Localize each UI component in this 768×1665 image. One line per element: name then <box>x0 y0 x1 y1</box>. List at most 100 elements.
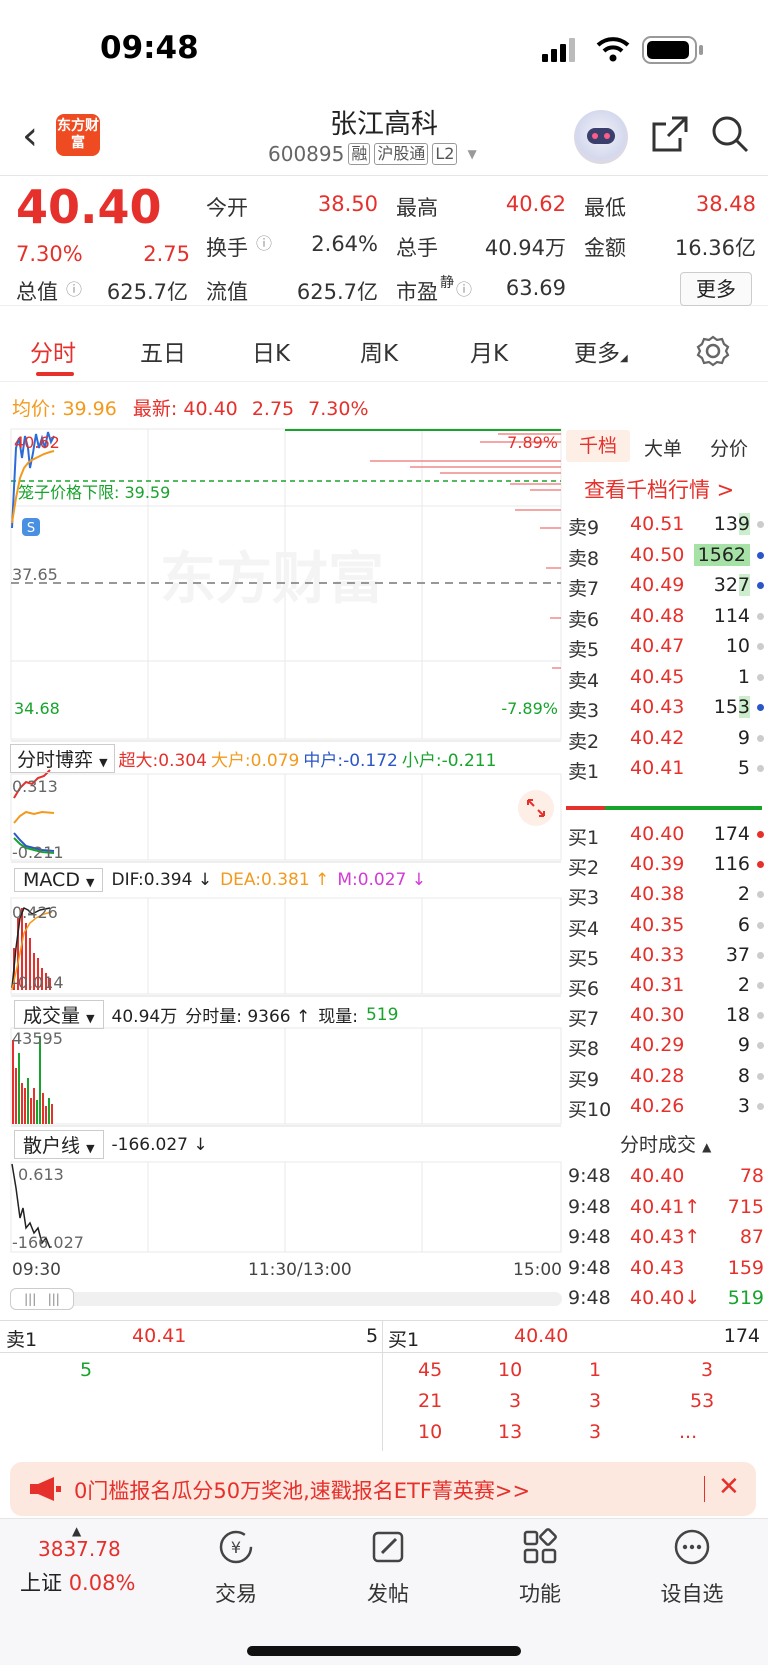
bid-volume: 6 <box>737 913 750 936</box>
level-dot-icon <box>757 734 764 742</box>
macd-selector[interactable]: MACD ▼ <box>14 868 104 892</box>
avg-label: 均价: <box>12 398 57 420</box>
share-icon[interactable] <box>650 114 690 154</box>
nav-add-watchlist[interactable]: 设自选 <box>642 1527 742 1608</box>
bid-row[interactable]: 买8 40.29 9 <box>564 1031 764 1061</box>
queue-buy-order: 1 <box>589 1359 602 1381</box>
bid-row[interactable]: 买9 40.28 8 <box>564 1062 764 1092</box>
view-thousand-levels-link[interactable]: 查看千档行情 > <box>584 474 734 504</box>
chevron-down-icon[interactable]: ▼ <box>467 147 476 161</box>
tab-monthly-k[interactable]: 月K <box>470 334 508 368</box>
bid-row[interactable]: 买1 40.40 174 <box>564 820 764 850</box>
ask-row[interactable]: 卖7 40.49 327 <box>564 571 764 601</box>
status-time: 09:48 <box>100 30 199 66</box>
bid-level-label: 买9 <box>568 1068 600 1091</box>
svg-text:¥: ¥ <box>231 1538 241 1557</box>
queue-header: 卖1 40.41 5 买1 40.40 174 <box>0 1321 768 1353</box>
ask-volume: 5 <box>737 757 750 779</box>
tab-daily-k[interactable]: 日K <box>252 334 290 368</box>
tab-price-dist[interactable]: 分价 <box>710 434 748 461</box>
macd-top-label: 0.426 <box>12 903 58 922</box>
average-price-line: 均价: 39.96 最新: 40.40 2.75 7.30% <box>12 394 369 421</box>
tab-big-orders[interactable]: 大单 <box>644 434 682 461</box>
bid-row[interactable]: 买2 40.39 116 <box>564 850 764 880</box>
trade-price: 40.40 <box>630 1165 685 1187</box>
scroll-handle[interactable]: ||| ||| <box>10 1288 74 1310</box>
gear-icon[interactable] <box>696 334 730 368</box>
queue-sell-label: 卖1 <box>6 1329 38 1351</box>
bid-row[interactable]: 买5 40.33 37 <box>564 941 764 971</box>
turnover-value: 2.64% <box>311 232 378 256</box>
retail-selector[interactable]: 散户线 ▼ <box>14 1130 104 1159</box>
level-dot-icon <box>757 582 764 589</box>
bid-row[interactable]: 买4 40.35 6 <box>564 911 764 941</box>
queue-buy-order: ... <box>679 1421 698 1443</box>
info-icon[interactable]: ⓘ <box>456 276 472 300</box>
amount-value: 16.36亿 <box>674 236 756 260</box>
latest-value: 40.40 <box>183 398 238 420</box>
nav-post[interactable]: 发帖 <box>338 1527 438 1608</box>
market-cap-label: 总值 <box>16 280 58 304</box>
nav-functions[interactable]: 功能 <box>490 1527 590 1608</box>
queue-buy-order: 3 <box>589 1421 602 1443</box>
queue-sell-vol: 5 <box>366 1325 379 1347</box>
more-button[interactable]: 更多 <box>680 272 752 306</box>
tab-weekly-k[interactable]: 周K <box>360 334 398 368</box>
ask-volume: 9 <box>737 726 750 749</box>
open-value: 38.50 <box>317 192 378 216</box>
ask-level-label: 卖7 <box>568 578 600 600</box>
depth-bars <box>370 433 561 669</box>
ask-row[interactable]: 卖9 40.51 139 <box>564 510 764 540</box>
nav-trade[interactable]: ¥ 交易 <box>186 1527 286 1608</box>
tab-more[interactable]: 更多◢ <box>574 334 628 368</box>
trade-row: 9:48 40.43 159 <box>564 1254 764 1284</box>
sell-marker-text: S <box>27 521 35 536</box>
trade-time: 9:48 <box>568 1195 611 1218</box>
ask-row[interactable]: 卖8 40.50 1562 <box>564 541 764 571</box>
ask-volume: 1 <box>737 665 750 688</box>
close-icon[interactable]: ✕ <box>718 1472 740 1502</box>
change-amount: 2.75 <box>143 242 190 266</box>
prev-close-label: 37.65 <box>12 565 58 584</box>
bid-level-label: 买7 <box>568 1008 600 1031</box>
tab-five-day[interactable]: 五日 <box>140 334 186 368</box>
level-dot-icon <box>757 1012 764 1020</box>
volume-selector[interactable]: 成交量 ▼ <box>14 1000 104 1029</box>
intraday-chart[interactable]: 东方财富 40.62 34.68 37.65 7.89% -7.89% 笼子价格… <box>10 428 562 1263</box>
capital-selector[interactable]: 分时博弈 ▼ <box>10 744 115 773</box>
trades-header[interactable]: 分时成交 ▲ <box>620 1130 711 1157</box>
ask-row[interactable]: 卖3 40.43 153 <box>564 693 764 723</box>
volume-title: 成交量 <box>23 1005 81 1027</box>
chart-tabs: 分时 五日 日K 周K 月K 更多◢ <box>0 306 768 382</box>
expand-icon[interactable] <box>518 790 554 826</box>
info-icon[interactable]: ⓘ <box>256 230 272 254</box>
chart-scrollbar[interactable]: ||| ||| <box>10 1288 562 1310</box>
bid-row[interactable]: 买6 40.31 2 <box>564 971 764 1001</box>
lower-pct-label: -7.89% <box>501 699 558 718</box>
volume-label: 总手 <box>396 236 438 260</box>
robot-avatar-icon[interactable] <box>574 110 628 164</box>
info-icon[interactable]: ⓘ <box>66 276 82 300</box>
float-cap-value: 625.7亿 <box>296 280 378 304</box>
ask-row[interactable]: 卖4 40.45 1 <box>564 663 764 693</box>
ask-row[interactable]: 卖5 40.47 10 <box>564 632 764 662</box>
tab-more-label: 更多 <box>574 341 620 367</box>
level-dot-icon <box>757 1102 764 1110</box>
ask-row[interactable]: 卖1 40.41 5 <box>564 754 764 784</box>
ask-row[interactable]: 卖2 40.42 9 <box>564 724 764 754</box>
active-tab-indicator <box>36 372 74 376</box>
bid-row[interactable]: 买10 40.26 3 <box>564 1092 764 1122</box>
bid-row[interactable]: 买7 40.30 18 <box>564 1001 764 1031</box>
pe-value: 63.69 <box>505 276 566 300</box>
ask-row[interactable]: 卖6 40.48 114 <box>564 602 764 632</box>
bid-row[interactable]: 买3 40.38 2 <box>564 880 764 910</box>
tab-intraday[interactable]: 分时 <box>30 334 76 368</box>
macd-dif: DIF:0.394 ↓ <box>111 870 213 890</box>
promo-banner[interactable]: 0门槛报名瓜分50万奖池,速戳报名ETF菁英赛>> ✕ <box>10 1462 756 1516</box>
level-dot-icon <box>757 612 764 620</box>
time-axis-open: 09:30 <box>12 1260 61 1280</box>
search-icon[interactable] <box>710 114 750 154</box>
tab-thousand-levels[interactable]: 千档 <box>566 430 630 462</box>
index-widget[interactable]: ▲ 3837.78 上证 0.08% <box>20 1525 160 1597</box>
index-up-icon: ▲ <box>72 1524 82 1538</box>
